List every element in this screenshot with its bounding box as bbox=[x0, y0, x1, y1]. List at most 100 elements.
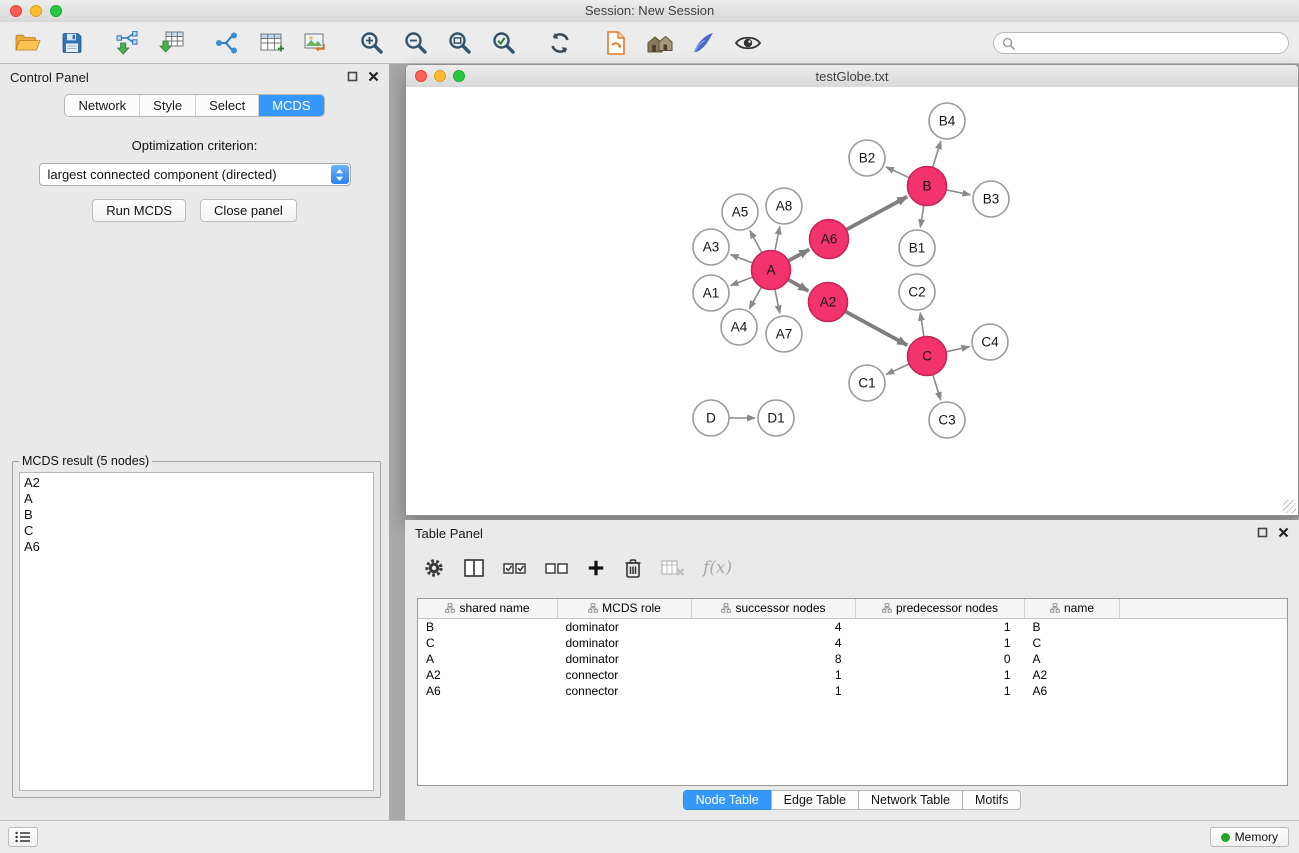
network-close-button[interactable] bbox=[415, 70, 427, 82]
graph-edge-A6-B[interactable] bbox=[846, 197, 907, 230]
float-panel-icon[interactable] bbox=[347, 70, 358, 85]
graph-edge-B-B1[interactable] bbox=[920, 205, 924, 227]
table-row[interactable]: A2connector11A2 bbox=[418, 667, 1287, 683]
zoom-out-button[interactable] bbox=[396, 25, 436, 61]
graph-edge-C-C4[interactable] bbox=[946, 347, 970, 352]
column-header-MCDS-role[interactable]: MCDS role bbox=[558, 599, 692, 619]
show-hide-button[interactable] bbox=[728, 25, 768, 61]
table-cell[interactable]: C bbox=[1025, 635, 1120, 651]
deselect-all-button[interactable] bbox=[545, 559, 569, 577]
graph-node-C2[interactable]: C2 bbox=[899, 274, 935, 310]
graph-edge-A-A2[interactable] bbox=[788, 280, 808, 292]
run-mcds-button[interactable]: Run MCDS bbox=[92, 199, 186, 222]
tab-node-table[interactable]: Node Table bbox=[683, 790, 772, 810]
graph-edge-A2-C[interactable] bbox=[845, 311, 907, 345]
table-cell[interactable]: dominator bbox=[558, 635, 692, 651]
search-input[interactable] bbox=[1020, 35, 1280, 52]
graph-edge-A-A7[interactable] bbox=[775, 289, 780, 313]
zoom-fit-button[interactable] bbox=[440, 25, 480, 61]
mcds-result-item[interactable]: C bbox=[24, 523, 369, 539]
close-panel-icon[interactable] bbox=[368, 70, 379, 85]
import-table-button[interactable] bbox=[152, 25, 192, 61]
table-cell[interactable]: A2 bbox=[418, 667, 558, 683]
table-row[interactable]: Bdominator41B bbox=[418, 619, 1287, 636]
mcds-result-item[interactable]: B bbox=[24, 507, 369, 523]
graph-node-B1[interactable]: B1 bbox=[899, 230, 935, 266]
graph-node-B[interactable]: B bbox=[908, 167, 947, 206]
table-cell[interactable]: 1 bbox=[692, 683, 856, 699]
mcds-result-item[interactable]: A6 bbox=[24, 539, 369, 555]
zoom-selected-button[interactable] bbox=[484, 25, 524, 61]
graph-node-A[interactable]: A bbox=[752, 251, 791, 290]
graph-node-A4[interactable]: A4 bbox=[721, 309, 757, 345]
table-cell[interactable]: dominator bbox=[558, 619, 692, 636]
show-columns-button[interactable] bbox=[463, 558, 485, 578]
graph-edge-C-C1[interactable] bbox=[886, 364, 909, 374]
table-cell[interactable]: 1 bbox=[856, 635, 1025, 651]
tab-edge-table[interactable]: Edge Table bbox=[771, 790, 859, 810]
save-session-button[interactable] bbox=[52, 25, 92, 61]
mcds-result-item[interactable]: A bbox=[24, 491, 369, 507]
table-settings-button[interactable] bbox=[423, 557, 445, 579]
table-cell[interactable]: connector bbox=[558, 667, 692, 683]
table-cell[interactable]: 4 bbox=[692, 635, 856, 651]
graph-node-C3[interactable]: C3 bbox=[929, 402, 965, 438]
tab-motifs[interactable]: Motifs bbox=[962, 790, 1021, 810]
float-table-panel-icon[interactable] bbox=[1257, 526, 1268, 541]
table-cell[interactable]: 1 bbox=[856, 683, 1025, 699]
delete-table-button[interactable] bbox=[661, 559, 685, 577]
network-zoom-button[interactable] bbox=[453, 70, 465, 82]
graph-node-D1[interactable]: D1 bbox=[758, 400, 794, 436]
graph-edge-C-C3[interactable] bbox=[933, 375, 941, 400]
tab-mcds[interactable]: MCDS bbox=[258, 95, 323, 116]
new-table-button[interactable] bbox=[252, 25, 292, 61]
tab-network-table[interactable]: Network Table bbox=[858, 790, 963, 810]
task-history-button[interactable] bbox=[8, 827, 38, 847]
graph-edge-B-B3[interactable] bbox=[946, 190, 970, 195]
criterion-dropdown[interactable]: largest connected component (directed) bbox=[39, 163, 351, 186]
graph-edge-B-B2[interactable] bbox=[886, 167, 909, 178]
table-row[interactable]: Cdominator41C bbox=[418, 635, 1287, 651]
graph-node-C[interactable]: C bbox=[908, 337, 947, 376]
table-cell[interactable]: A6 bbox=[1025, 683, 1120, 699]
close-panel-button[interactable]: Close panel bbox=[200, 199, 297, 222]
table-cell[interactable]: connector bbox=[558, 683, 692, 699]
zoom-in-button[interactable] bbox=[352, 25, 392, 61]
function-builder-button[interactable]: f(x) bbox=[703, 558, 732, 578]
style-button[interactable] bbox=[684, 25, 724, 61]
open-document-button[interactable] bbox=[596, 25, 636, 61]
graph-node-D[interactable]: D bbox=[693, 400, 729, 436]
graph-edge-A-A3[interactable] bbox=[731, 255, 753, 264]
table-row[interactable]: A6connector11A6 bbox=[418, 683, 1287, 699]
table-row[interactable]: Adominator80A bbox=[418, 651, 1287, 667]
table-cell[interactable]: dominator bbox=[558, 651, 692, 667]
graph-node-B4[interactable]: B4 bbox=[929, 103, 965, 139]
graph-node-B2[interactable]: B2 bbox=[849, 140, 885, 176]
graph-edge-A-A4[interactable] bbox=[749, 287, 761, 309]
home-button[interactable] bbox=[640, 25, 680, 61]
open-session-button[interactable] bbox=[8, 25, 48, 61]
table-cell[interactable]: B bbox=[418, 619, 558, 636]
graph-edge-A-A5[interactable] bbox=[750, 231, 762, 253]
table-cell[interactable]: A bbox=[418, 651, 558, 667]
tab-select[interactable]: Select bbox=[195, 95, 258, 116]
column-header-predecessor-nodes[interactable]: predecessor nodes bbox=[856, 599, 1025, 619]
column-header-successor-nodes[interactable]: successor nodes bbox=[692, 599, 856, 619]
column-header-shared-name[interactable]: shared name bbox=[418, 599, 558, 619]
table-cell[interactable]: 1 bbox=[856, 667, 1025, 683]
import-network-button[interactable] bbox=[108, 25, 148, 61]
table-cell[interactable]: 8 bbox=[692, 651, 856, 667]
graph-edge-A-A6[interactable] bbox=[788, 250, 809, 261]
network-canvas[interactable]: B4B2BB3A5A8A6B1A3AC2A1A2A4A7C4CC1C3DD1 bbox=[406, 87, 1298, 515]
add-column-button[interactable] bbox=[587, 559, 605, 577]
table-cell[interactable]: 0 bbox=[856, 651, 1025, 667]
graph-node-B3[interactable]: B3 bbox=[973, 181, 1009, 217]
table-cell[interactable]: A6 bbox=[418, 683, 558, 699]
table-cell[interactable]: 1 bbox=[856, 619, 1025, 636]
graph-node-A1[interactable]: A1 bbox=[693, 275, 729, 311]
network-window-titlebar[interactable]: testGlobe.txt bbox=[406, 65, 1298, 88]
table-cell[interactable]: A bbox=[1025, 651, 1120, 667]
graph-node-A5[interactable]: A5 bbox=[722, 194, 758, 230]
graph-node-C4[interactable]: C4 bbox=[972, 324, 1008, 360]
graph-edge-C-C2[interactable] bbox=[920, 313, 924, 337]
